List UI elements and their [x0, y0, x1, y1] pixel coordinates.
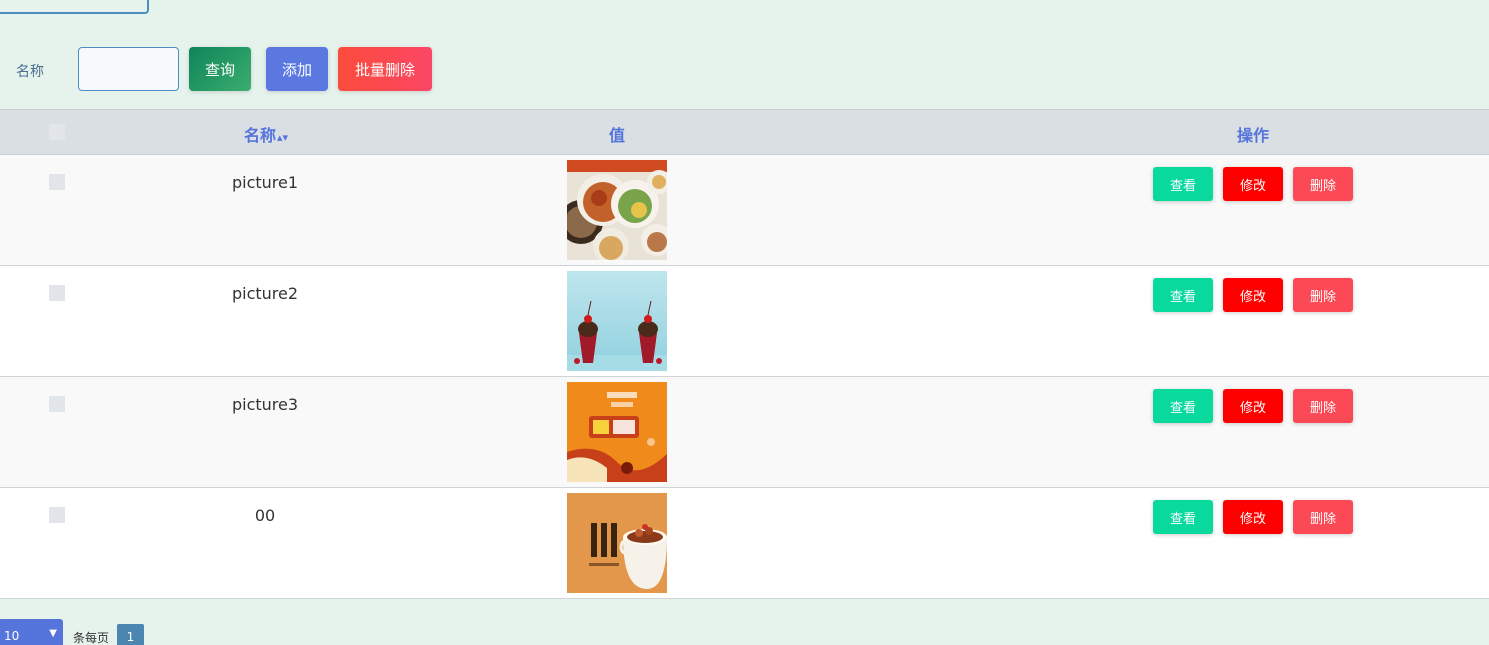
row-image[interactable] [567, 160, 667, 260]
batch-delete-button[interactable]: 批量删除 [338, 47, 432, 91]
chevron-down-icon: ▼ [49, 628, 57, 639]
per-page-label: 条每页 [73, 631, 110, 645]
row-name: picture2 [231, 284, 299, 303]
delete-button[interactable]: 删除 [1293, 389, 1353, 423]
row-name: picture3 [231, 395, 299, 414]
sort-icon[interactable]: ▴▾ [277, 131, 288, 144]
top-tab[interactable] [0, 0, 149, 14]
delete-button[interactable]: 删除 [1293, 167, 1353, 201]
search-bar: 名称 查询 添加 批量删除 [0, 47, 1489, 91]
delete-button[interactable]: 删除 [1293, 278, 1353, 312]
column-header-action: 操作 [1237, 126, 1270, 145]
edit-button[interactable]: 修改 [1223, 278, 1283, 312]
name-search-input[interactable] [78, 47, 179, 91]
page-size-value: 10 [4, 629, 20, 643]
delete-button[interactable]: 删除 [1293, 500, 1353, 534]
pagination: 10 ▼ 条每页 1 [0, 619, 1489, 645]
edit-button[interactable]: 修改 [1223, 167, 1283, 201]
add-button[interactable]: 添加 [266, 47, 328, 91]
table-header: 名称▴▾ 值 操作 [0, 109, 1489, 155]
table-row: picture3 查看 修改 删除 [0, 377, 1489, 488]
column-header-value: 值 [609, 126, 626, 145]
column-header-name-label: 名称 [244, 126, 277, 145]
view-button[interactable]: 查看 [1153, 167, 1213, 201]
row-checkbox[interactable] [49, 174, 65, 190]
row-checkbox[interactable] [49, 396, 65, 412]
table-row: 00 查看 修改 删除 [0, 488, 1489, 599]
edit-button[interactable]: 修改 [1223, 500, 1283, 534]
page-number-button[interactable]: 1 [117, 624, 144, 645]
row-image[interactable] [567, 493, 667, 593]
select-all-checkbox[interactable] [49, 124, 65, 140]
view-button[interactable]: 查看 [1153, 278, 1213, 312]
row-image[interactable] [567, 382, 667, 482]
row-image[interactable] [567, 271, 667, 371]
view-button[interactable]: 查看 [1153, 389, 1213, 423]
row-checkbox[interactable] [49, 507, 65, 523]
view-button[interactable]: 查看 [1153, 500, 1213, 534]
column-header-name[interactable]: 名称▴▾ [244, 122, 288, 146]
row-name: 00 [254, 506, 276, 525]
table-row: picture1 查看 修改 删除 [0, 155, 1489, 266]
data-table: 名称▴▾ 值 操作 picture1 查看 修改 删除 picture2 查看 … [0, 109, 1489, 599]
table-row: picture2 查看 修改 删除 [0, 266, 1489, 377]
edit-button[interactable]: 修改 [1223, 389, 1283, 423]
page-size-select[interactable]: 10 ▼ [0, 619, 63, 645]
row-name: picture1 [231, 173, 299, 192]
search-label: 名称 [16, 64, 44, 80]
row-checkbox[interactable] [49, 285, 65, 301]
query-button[interactable]: 查询 [189, 47, 251, 91]
